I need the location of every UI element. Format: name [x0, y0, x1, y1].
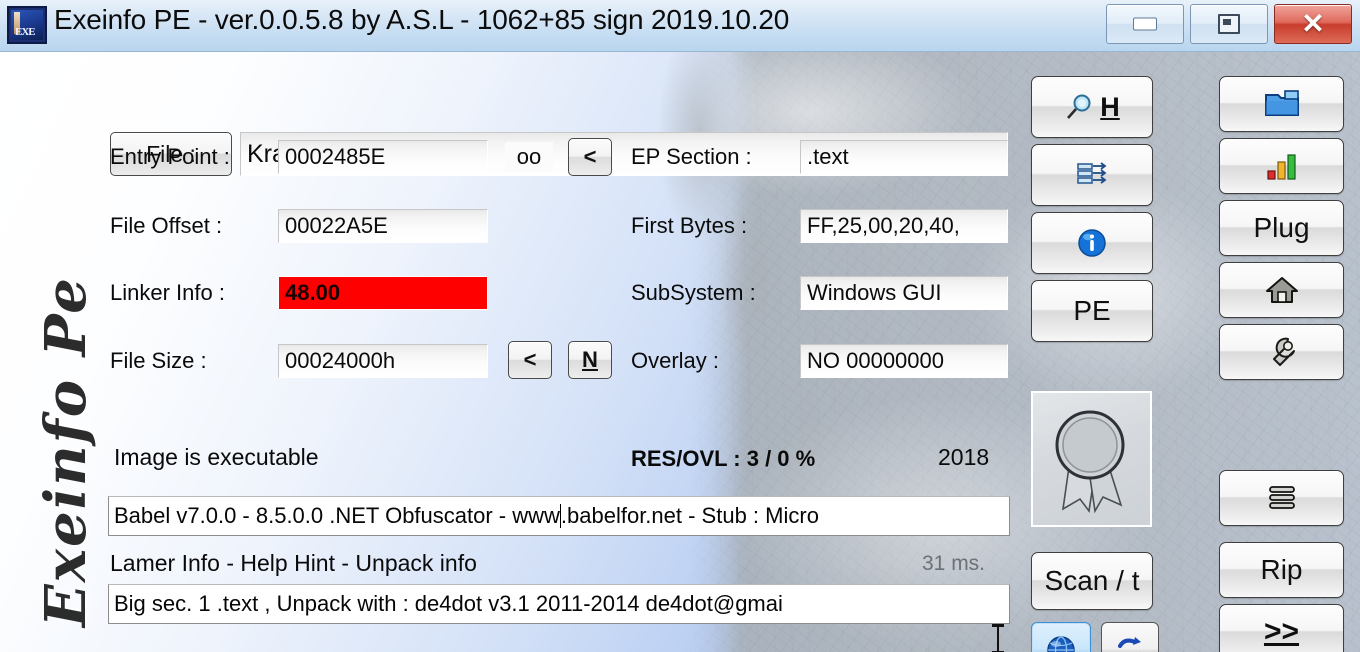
- tools-button[interactable]: [1219, 324, 1344, 380]
- minimize-icon: [1133, 17, 1157, 31]
- subsystem-field[interactable]: Windows GUI: [800, 276, 1008, 310]
- overlay-value: NO 00000000: [807, 348, 944, 373]
- detection-result-textbox[interactable]: Babel v7.0.0 - 8.5.0.0 .NET Obfuscator -…: [108, 496, 1010, 536]
- exeinfo-pe-window: EXE Exeinfo PE - ver.0.0.5.8 by A.S.L - …: [0, 0, 1360, 652]
- ep-section-value: .text: [807, 144, 849, 169]
- file-offset-value: 00022A5E: [285, 213, 388, 238]
- file-size-back-label: <: [523, 347, 537, 372]
- linker-info-label: Linker Info :: [110, 280, 225, 305]
- more-button-label: >>: [1263, 615, 1300, 648]
- magnifier-icon: [1067, 94, 1091, 119]
- file-size-back-button[interactable]: <: [508, 341, 552, 379]
- entry-point-label: Entry Point :: [110, 144, 230, 169]
- image-state-text: Image is executable: [114, 444, 319, 470]
- file-size-n-label: N: [582, 347, 598, 372]
- rip-button-label: Rip: [1260, 554, 1303, 585]
- window-title: Exeinfo PE - ver.0.0.5.8 by A.S.L - 1062…: [54, 4, 790, 35]
- exeinfo-app-icon: EXE: [7, 6, 47, 44]
- entry-point-extra-value: oo: [516, 144, 542, 169]
- sections-button[interactable]: [1031, 144, 1153, 206]
- plug-button-label: Plug: [1253, 212, 1310, 243]
- file-offset-label: File Offset :: [110, 213, 223, 238]
- home-icon: [1265, 277, 1298, 303]
- award-ribbon-icon: [1055, 410, 1125, 514]
- bar-chart-icon: [1266, 154, 1296, 180]
- entry-point-back-label: <: [583, 144, 597, 169]
- lamer-info-text: Lamer Info - Help Hint - Unpack info: [110, 550, 477, 576]
- file-size-n-button[interactable]: N: [568, 341, 612, 379]
- maximize-button[interactable]: [1190, 4, 1268, 44]
- entry-point-extra-field: oo: [505, 142, 553, 172]
- overlay-label: Overlay :: [631, 348, 720, 373]
- file-size-value: 00024000h: [285, 348, 396, 373]
- entry-point-value: 0002485E: [285, 144, 386, 169]
- minimize-button[interactable]: [1106, 4, 1184, 44]
- overlay-field[interactable]: NO 00000000: [800, 344, 1008, 378]
- file-size-field[interactable]: 00024000h: [278, 344, 488, 378]
- refresh-button[interactable]: [1101, 622, 1159, 652]
- ep-section-label: EP Section :: [631, 144, 752, 169]
- year-text: 2018: [938, 444, 990, 470]
- hamburger-list-icon: [1268, 486, 1295, 509]
- client-area: Exeinfo Pe File : Kraken_2.0.7.bin Entry…: [0, 52, 1360, 652]
- file-size-label: File Size :: [110, 348, 207, 373]
- home-button[interactable]: [1219, 262, 1344, 318]
- plug-button[interactable]: Plug: [1219, 200, 1344, 256]
- hex-search-label: H: [1100, 91, 1120, 122]
- close-button[interactable]: ✕: [1274, 4, 1352, 44]
- first-bytes-value: FF,25,00,20,40,: [807, 213, 960, 238]
- close-icon: ✕: [1301, 8, 1325, 39]
- entry-point-field[interactable]: 0002485E: [278, 140, 488, 174]
- sections-list-icon: [1077, 162, 1107, 184]
- wrench-icon: [1272, 337, 1295, 366]
- rip-button[interactable]: Rip: [1219, 542, 1344, 598]
- detection-result-text-tail: .babelfor.net - Stub : Micro: [560, 503, 819, 528]
- hex-search-button[interactable]: H: [1031, 76, 1153, 138]
- info-circle-icon: [1078, 229, 1106, 257]
- detection-result-text: Babel v7.0.0 - 8.5.0.0 .NET Obfuscator -…: [114, 503, 560, 528]
- open-file-button[interactable]: [1219, 76, 1344, 132]
- app-icon-monogram: EXE: [15, 26, 36, 38]
- pe-button-label: PE: [1073, 295, 1111, 326]
- ep-section-field[interactable]: .text: [800, 140, 1008, 174]
- folder-open-icon: [1264, 90, 1299, 116]
- statistics-button[interactable]: [1219, 138, 1344, 194]
- globe-icon: [1047, 636, 1075, 652]
- subsystem-label: SubSystem :: [631, 280, 756, 305]
- elapsed-time-text: 31 ms.: [922, 552, 986, 575]
- linker-info-value: 48.00: [285, 280, 341, 305]
- info-button[interactable]: [1031, 212, 1153, 274]
- unpack-hint-textbox[interactable]: Big sec. 1 .text , Unpack with : de4dot …: [108, 584, 1010, 624]
- award-ribbon-image: [1031, 391, 1152, 527]
- linker-info-field[interactable]: 48.00: [278, 276, 488, 310]
- scan-button-label: Scan / t: [1044, 565, 1140, 596]
- more-button[interactable]: >>: [1219, 604, 1344, 652]
- refresh-icon: [1118, 637, 1141, 648]
- scan-button[interactable]: Scan / t: [1031, 552, 1153, 610]
- subsystem-value: Windows GUI: [807, 280, 942, 305]
- pe-button[interactable]: PE: [1031, 280, 1153, 342]
- entry-point-back-button[interactable]: <: [568, 138, 612, 176]
- file-offset-field[interactable]: 00022A5E: [278, 209, 488, 243]
- web-button[interactable]: [1031, 622, 1091, 652]
- first-bytes-label: First Bytes :: [631, 213, 748, 238]
- unpack-hint-text: Big sec. 1 .text , Unpack with : de4dot …: [114, 591, 783, 616]
- list-button[interactable]: [1219, 470, 1344, 526]
- title-bar: EXE Exeinfo PE - ver.0.0.5.8 by A.S.L - …: [0, 0, 1360, 52]
- first-bytes-field[interactable]: FF,25,00,20,40,: [800, 209, 1008, 243]
- maximize-icon: [1218, 14, 1240, 34]
- res-ovl-text: RES/OVL : 3 / 0 %: [631, 446, 816, 471]
